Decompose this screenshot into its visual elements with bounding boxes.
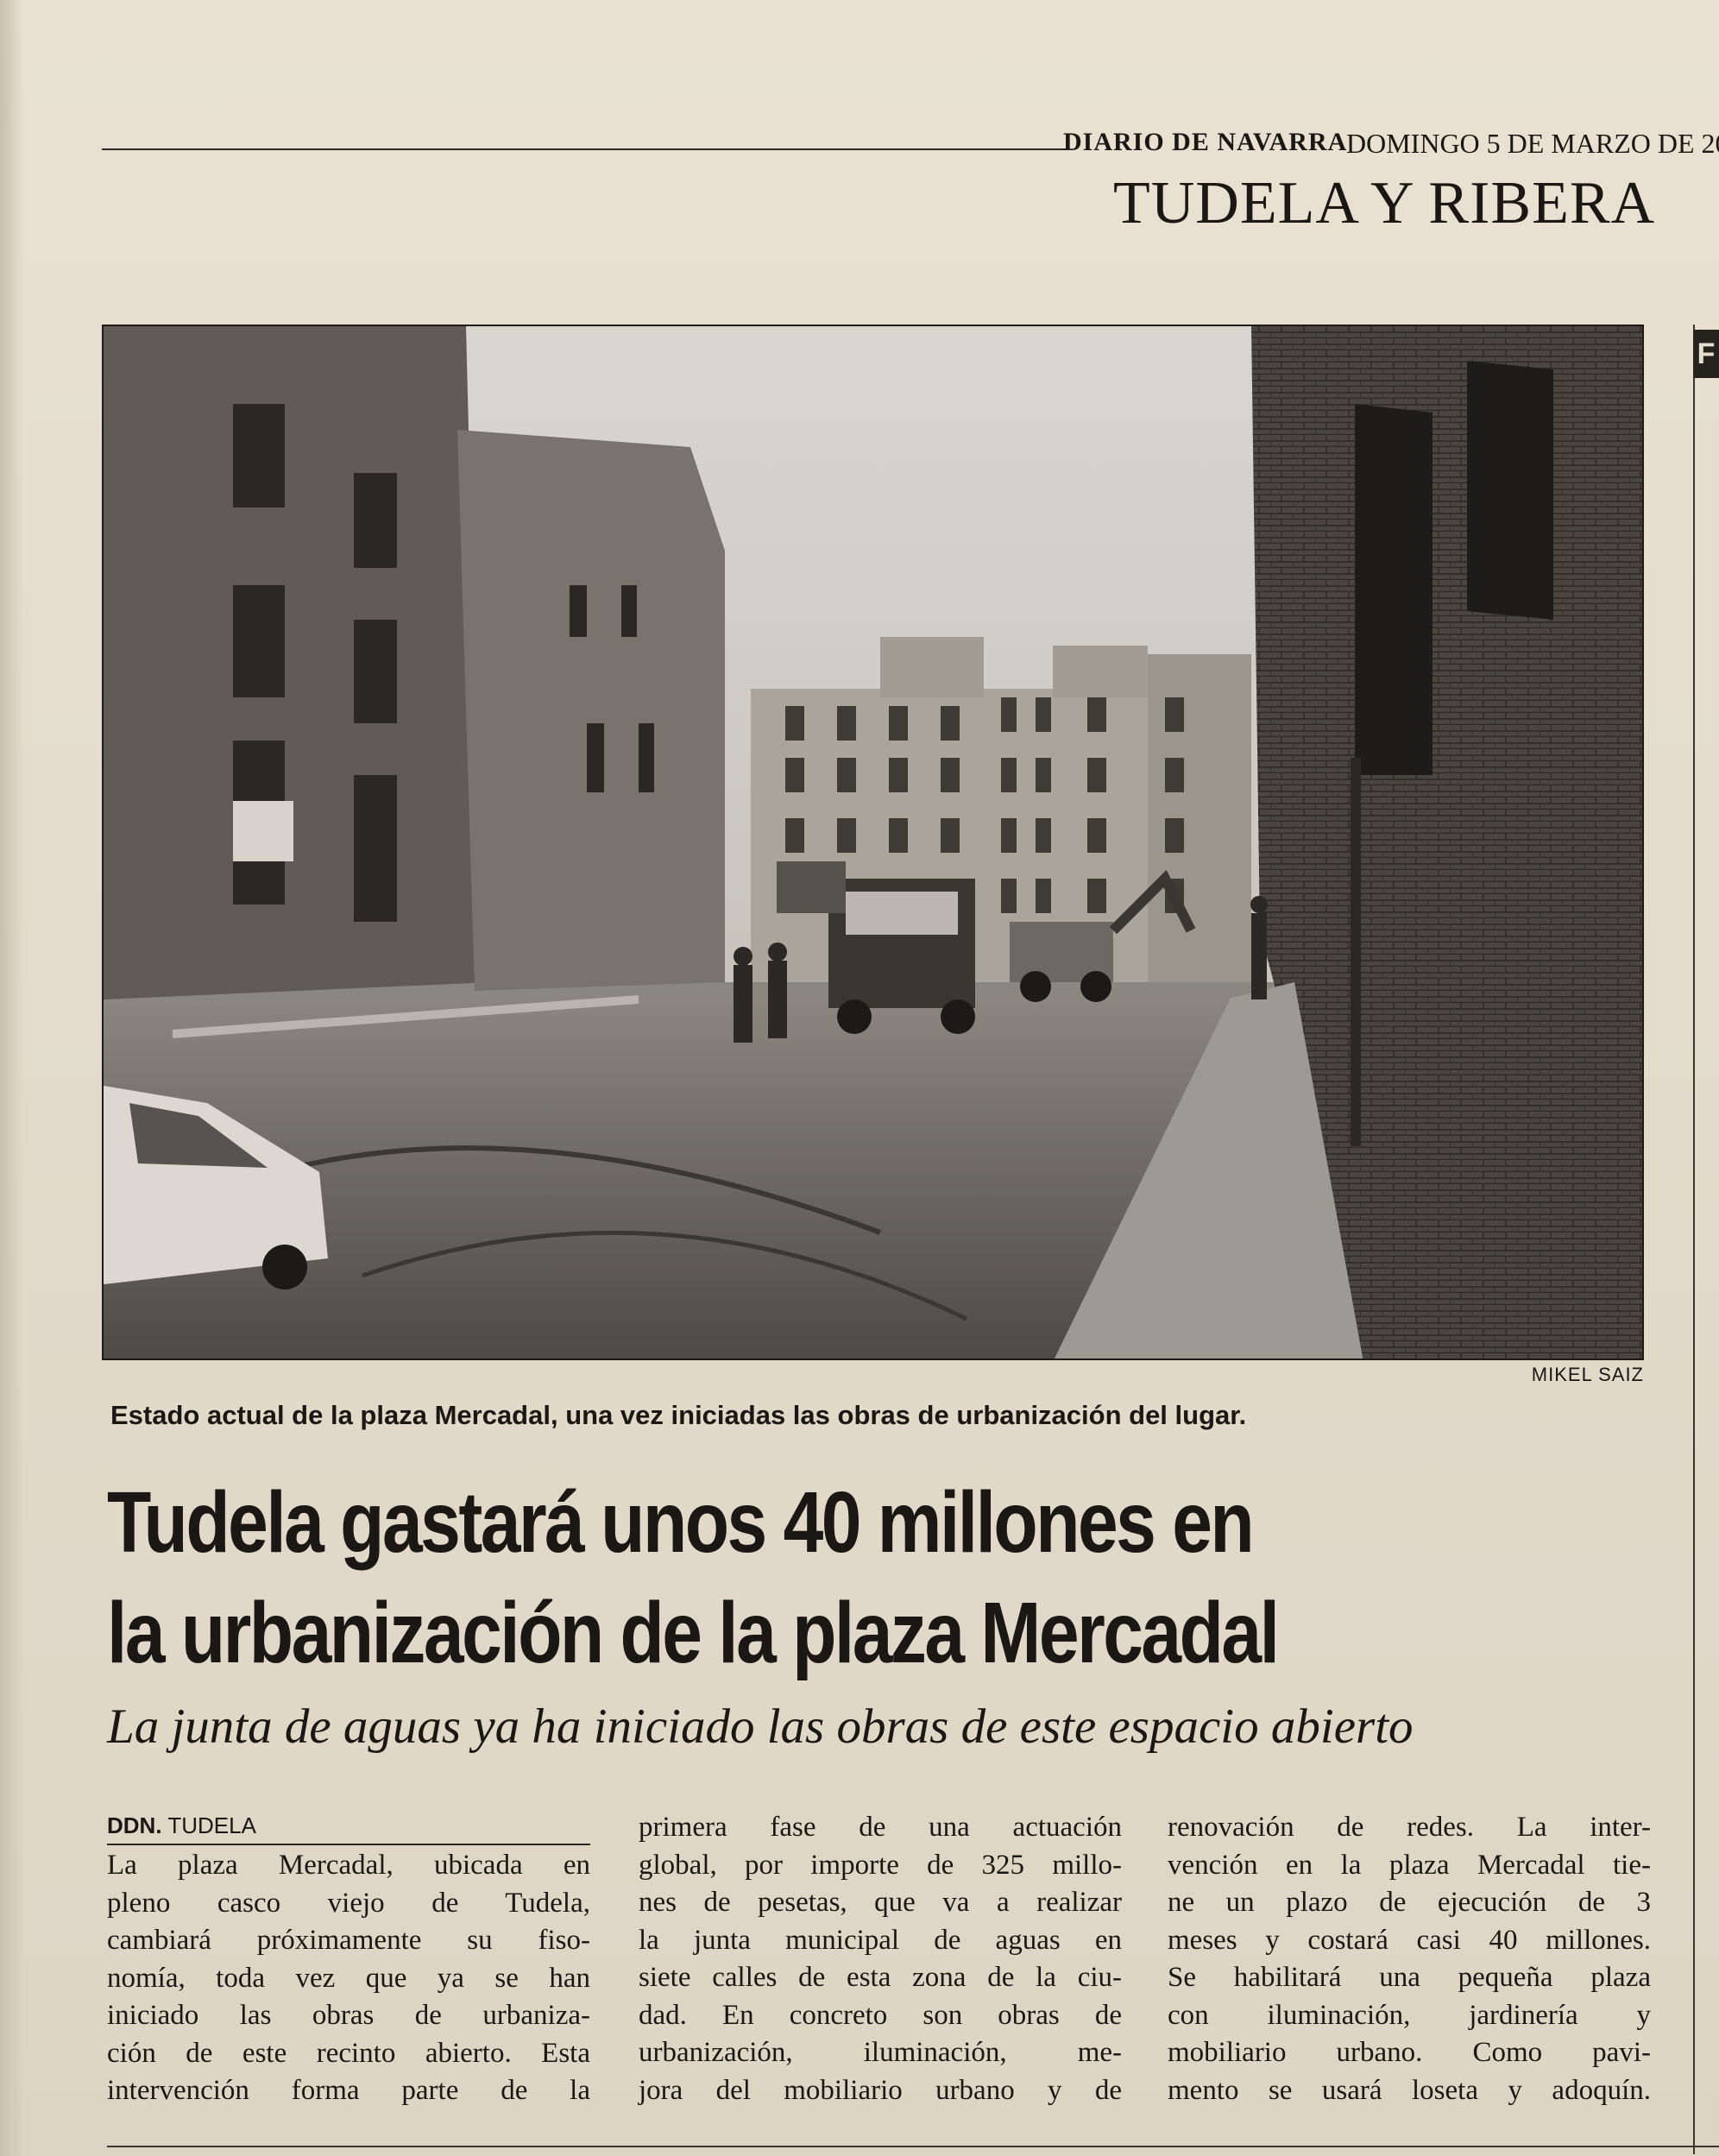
text-line: cambiará próximamente su fiso- [107,1925,590,1956]
header-rule [102,148,1068,150]
byline-place: TUDELA [167,1812,256,1838]
article-subheadline: La junta de aguas ya ha iniciado las obr… [107,1699,1414,1754]
issue-date: DOMINGO 5 DE MARZO DE 20 [1346,128,1719,159]
text-line: primera fase de una actuación [639,1812,1122,1843]
street-works-photo [104,326,1642,1359]
text-line: Se habilitará una pequeña plaza [1168,1962,1651,1993]
text-line: jora del mobiliario urbano y de [639,2074,1122,2106]
bottom-rule [107,2146,1719,2147]
text-line: nes de pesetas, que va a realizar [639,1887,1122,1918]
text-line: meses y costará casi 40 millones. [1168,1924,1651,1956]
article-column-2: primera fase de una actuación global, po… [639,1809,1122,2109]
news-photo [102,325,1644,1360]
article-headline: Tudela gastará unos 40 millones en la ur… [107,1467,1702,1688]
article-column-3: renovación de redes. La inter- vención e… [1168,1809,1651,2109]
article-column-1: La plaza Mercadal, ubicada en pleno casc… [107,1847,590,2110]
headline-line: la urbanización de la plaza Mercadal [107,1585,1280,1681]
text-line: global, por importe de 325 millo- [639,1849,1122,1881]
text-line: pleno casco viejo de Tudela, [107,1887,590,1919]
text-line: iniciado las obras de urbaniza- [107,2000,590,2031]
byline: DDN. TUDELA [107,1812,590,1845]
headline-line: Tudela gastará unos 40 millones en [107,1474,1255,1571]
text-line: vención en la plaza Mercadal tie- [1168,1849,1651,1881]
text-line: mento se usará loseta y adoquín. [1168,2074,1651,2106]
section-title: TUDELA Y RIBERA [1113,170,1656,236]
text-line: dad. En concreto son obras de [639,1999,1122,2031]
newspaper-page: DIARIO DE NAVARRA DOMINGO 5 DE MARZO DE … [0,0,1719,2156]
text-line: nomía, toda vez que ya se han [107,1962,590,1994]
page-edge-shadow [0,0,24,2156]
text-line: la junta municipal de aguas en [639,1924,1122,1956]
text-line: siete calles de esta zona de la ciu- [639,1962,1122,1993]
text-line: ne un plazo de ejecución de 3 [1168,1887,1651,1918]
adjacent-page-strip [1693,325,1719,2154]
text-line: renovación de redes. La inter- [1168,1812,1651,1843]
text-line: con iluminación, jardinería y [1168,1999,1651,2031]
text-line: urbanización, iluminación, me- [639,2037,1122,2068]
text-line: ción de este recinto abierto. Esta [107,2037,590,2069]
text-line: mobiliario urbano. Como pavi- [1168,2037,1651,2068]
newspaper-name: DIARIO DE NAVARRA [1063,128,1348,156]
photo-credit: MIKEL SAIZ [1531,1364,1644,1385]
adjacent-section-tab: F [1693,330,1719,378]
text-line: La plaza Mercadal, ubicada en [107,1850,590,1881]
photo-caption: Estado actual de la plaza Mercadal, una … [110,1400,1247,1430]
byline-agency: DDN. [107,1812,162,1838]
text-line: intervención forma parte de la [107,2075,590,2106]
